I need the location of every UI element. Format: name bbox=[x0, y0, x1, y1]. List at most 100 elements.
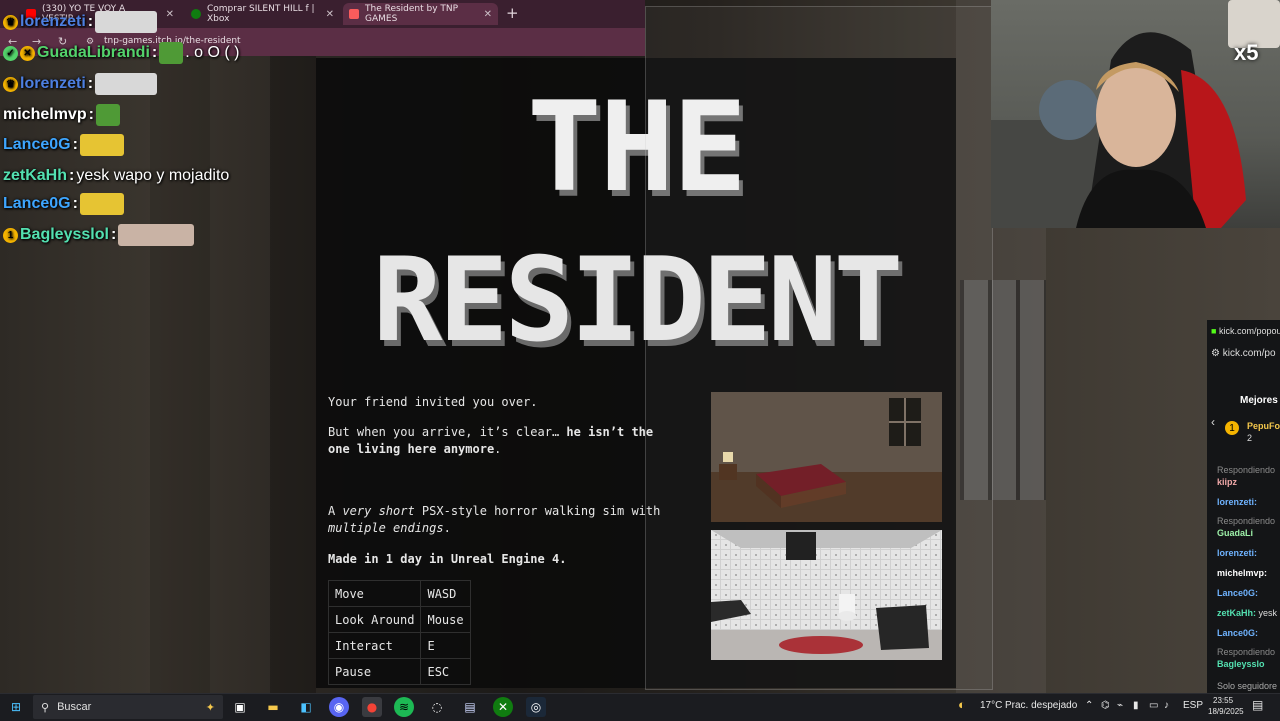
itch-icon bbox=[349, 9, 359, 19]
door-frame bbox=[270, 0, 316, 693]
crown-icon: ♛ bbox=[3, 14, 18, 30]
weather-icon[interactable]: ◐ bbox=[958, 697, 966, 712]
level-badge-icon: 1 bbox=[3, 227, 18, 243]
kick-url: ■ kick.com/popou bbox=[1211, 326, 1280, 336]
verified-icon: ✓ bbox=[3, 45, 18, 61]
chat-username: lorenzeti bbox=[20, 13, 86, 30]
kick-message: zetKaHh: yesk bbox=[1217, 608, 1278, 618]
spotify-icon[interactable]: ≋ bbox=[394, 697, 414, 717]
clock-date[interactable]: 18/9/2025 bbox=[1208, 707, 1244, 716]
obs-icon[interactable]: ◌ bbox=[427, 697, 447, 717]
search-icon: ⚲ bbox=[41, 701, 50, 714]
kick-icon: ■ bbox=[1211, 326, 1217, 336]
top-supporter-count: 2 bbox=[1247, 433, 1253, 443]
new-tab-button[interactable]: + bbox=[506, 4, 519, 22]
chat-message: Lance0G: bbox=[3, 133, 124, 157]
reply-indicator: Respondiendo bbox=[1217, 465, 1276, 475]
top-supporter-name: PepuFo bbox=[1247, 421, 1280, 431]
pepe-emote-icon bbox=[159, 42, 184, 64]
display-icon[interactable]: ▭ bbox=[1149, 700, 1158, 711]
store-icon[interactable]: ◧ bbox=[296, 697, 316, 717]
clock-time[interactable]: 23:55 bbox=[1213, 696, 1233, 705]
steam-icon[interactable]: ◎ bbox=[526, 697, 546, 717]
close-tab-icon[interactable]: ✕ bbox=[326, 9, 334, 20]
wall-shadow bbox=[150, 0, 210, 693]
microphone-icon[interactable]: ▮ bbox=[1133, 700, 1139, 711]
chat-username: GuadaLibrandi bbox=[37, 44, 150, 61]
task-view-icon[interactable]: ▣ bbox=[230, 697, 250, 717]
game-page-panel: THE RESIDENT Your friend invited you ove… bbox=[316, 58, 956, 688]
multiplier-badge: x5 bbox=[1234, 40, 1259, 65]
search-highlight-icon: ✦ bbox=[205, 701, 215, 714]
chat-username: michelmvp bbox=[3, 106, 87, 123]
kick-message: kiipz bbox=[1217, 477, 1238, 487]
emote-icon bbox=[79, 134, 124, 156]
kick-message: Lance0G: bbox=[1217, 588, 1259, 598]
chat-message: Lance0G: bbox=[3, 192, 124, 216]
chat-username: Lance0G bbox=[3, 136, 71, 153]
kick-url-secondary: ⚙ kick.com/po bbox=[1211, 348, 1276, 359]
kick-chat-panel: ■ kick.com/popou ⚙ kick.com/po Mejores ‹… bbox=[1207, 320, 1280, 693]
volume-icon[interactable]: ♪ bbox=[1164, 700, 1169, 711]
top-supporter: 1 bbox=[1225, 421, 1239, 435]
chat-message: ♛ lorenzeti: bbox=[3, 72, 158, 96]
language-indicator[interactable]: ESP bbox=[1183, 700, 1203, 711]
tab-xbox[interactable]: Comprar SILENT HILL f | Xbox ✕ bbox=[185, 3, 340, 25]
dog-emote-icon bbox=[95, 73, 158, 95]
kick-message: Bagleysslo bbox=[1217, 659, 1265, 669]
followers-only-notice: Solo seguidore bbox=[1217, 681, 1278, 691]
table-row: Move WASD bbox=[327, 580, 471, 607]
kick-message: michelmvp: bbox=[1217, 568, 1268, 578]
kick-message: lorenzeti: bbox=[1217, 548, 1258, 558]
game-description: A very short PSX-style horror walking si… bbox=[328, 504, 661, 535]
chat-username: lorenzeti bbox=[20, 75, 86, 92]
reply-indicator: Respondiendo bbox=[1217, 516, 1276, 526]
weather-desc[interactable]: Prac. despejado bbox=[1005, 700, 1077, 711]
usb-icon[interactable]: ⌁ bbox=[1117, 700, 1123, 711]
controls-table: Move WASD Look Around Mouse Interact E Paus… bbox=[327, 580, 471, 685]
weather-temp[interactable]: 17°C bbox=[980, 700, 1002, 711]
taskbar-search[interactable]: ⚲ Buscar ✦ bbox=[33, 695, 223, 719]
network-icon[interactable]: ⌬ bbox=[1101, 700, 1110, 711]
chat-username: zetKaHh bbox=[3, 167, 68, 184]
chrome-icon[interactable]: ● bbox=[362, 697, 382, 717]
table-row: Pause ESC bbox=[327, 658, 471, 685]
arrive-paragraph: But when you arrive, it’s clear… he isn’… bbox=[328, 425, 654, 456]
table-row: Look Around Mouse bbox=[327, 606, 471, 633]
windows-start-icon[interactable]: ⊞ bbox=[6, 697, 26, 717]
page-title-line1: THE bbox=[527, 76, 747, 220]
pepe-emote-icon bbox=[95, 104, 120, 126]
kick-message: Lance0G: bbox=[1217, 628, 1259, 638]
xbox-icon[interactable]: ✕ bbox=[493, 697, 513, 717]
chat-message: ♛ lorenzeti: bbox=[3, 10, 158, 34]
chevron-up-icon[interactable]: ⌃ bbox=[1085, 700, 1093, 711]
screenshot-bathroom[interactable] bbox=[711, 530, 942, 660]
close-tab-icon[interactable]: ✕ bbox=[484, 9, 492, 20]
chat-message: 1 Bagleysslol: bbox=[3, 223, 195, 247]
face-emote-icon bbox=[118, 224, 195, 246]
kick-heading: Mejores bbox=[1240, 395, 1278, 406]
notification-icon[interactable]: ▤ bbox=[1252, 698, 1263, 712]
table-row: Interact E bbox=[327, 632, 471, 659]
tab-itch-resident[interactable]: The Resident by TNP GAMES ✕ bbox=[343, 3, 498, 25]
intro-text: Your friend invited you over. bbox=[328, 395, 538, 409]
window-frame bbox=[960, 280, 1046, 500]
dog-emote-icon bbox=[95, 11, 158, 33]
app-icon[interactable]: ▤ bbox=[460, 697, 480, 717]
engine-note: Made in 1 day in Unreal Engine 4. bbox=[328, 552, 567, 566]
xbox-icon bbox=[191, 9, 201, 19]
file-explorer-icon[interactable]: ▬ bbox=[263, 697, 283, 717]
kick-message: GuadaLi bbox=[1217, 528, 1254, 538]
page-title-line2: RESIDENT bbox=[372, 233, 904, 368]
chat-username: Lance0G bbox=[3, 195, 71, 212]
discord-icon[interactable]: ◉ bbox=[329, 697, 349, 717]
chat-message: ✓ ✕ GuadaLibrandi: . o O ( ) bbox=[3, 41, 239, 65]
chat-username: Bagleysslol bbox=[20, 226, 109, 243]
chevron-left-icon[interactable]: ‹ bbox=[1211, 415, 1215, 429]
level-badge-icon: 1 bbox=[1225, 421, 1239, 435]
site-info-icon: ⚙ bbox=[1211, 348, 1220, 359]
og-badge-icon: ✕ bbox=[20, 45, 35, 61]
emote-icon bbox=[79, 193, 124, 215]
close-tab-icon[interactable]: ✕ bbox=[166, 9, 174, 20]
screenshot-bedroom[interactable] bbox=[711, 392, 942, 522]
